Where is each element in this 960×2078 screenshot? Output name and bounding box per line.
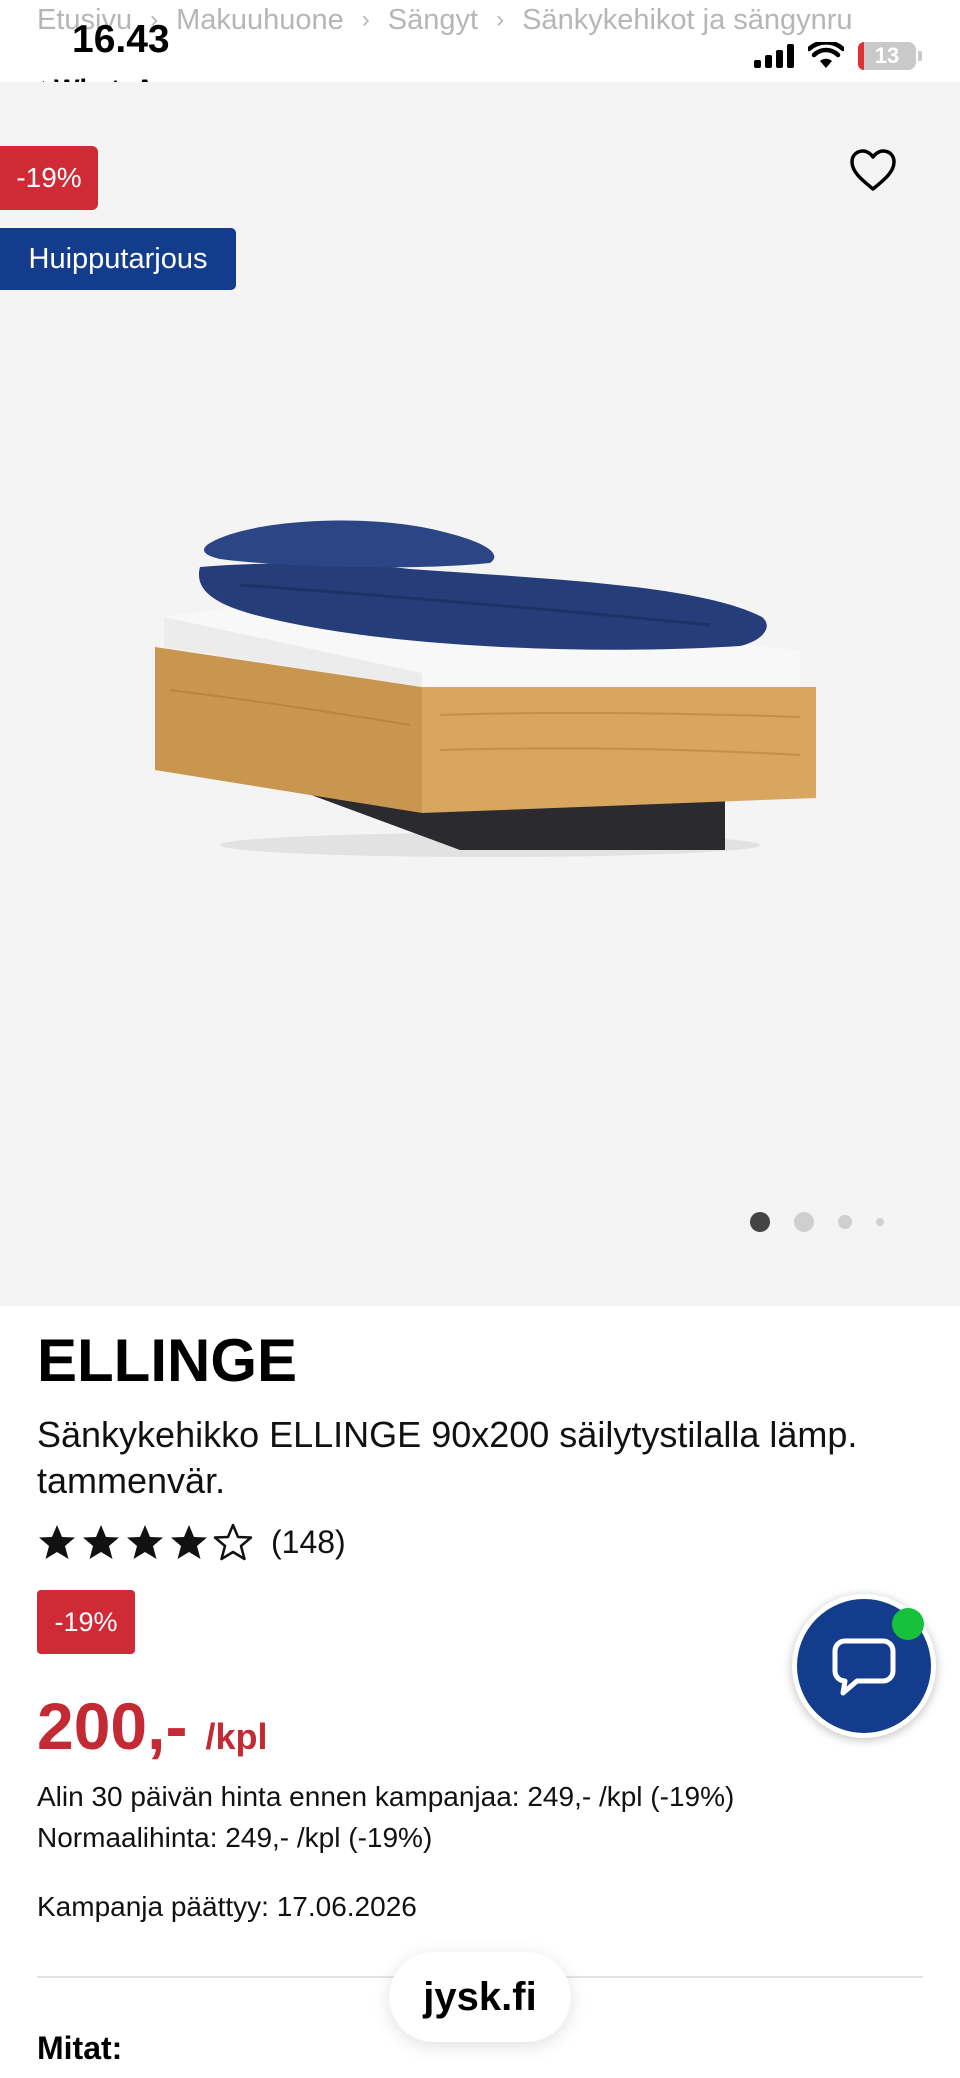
star-icon: [171, 1525, 207, 1559]
star-empty-icon: [213, 1523, 253, 1561]
carousel-dot[interactable]: [876, 1218, 884, 1226]
discount-badge: -19%: [0, 146, 98, 210]
product-rating[interactable]: (148): [37, 1522, 346, 1562]
deal-badge: Huipputarjous: [0, 228, 236, 290]
star-icon: [39, 1525, 75, 1559]
chevron-right-icon: ›: [496, 6, 505, 33]
signal-icon: [754, 44, 794, 68]
carousel-dot[interactable]: [794, 1212, 814, 1232]
chat-icon: [832, 1638, 896, 1696]
status-time: 16.43: [72, 18, 170, 61]
price-discount-badge: -19%: [37, 1590, 135, 1654]
breadcrumb-item-bedroom[interactable]: Makuuhuone: [176, 4, 344, 37]
battery-icon: 13: [858, 42, 922, 70]
lowest-price-info: Alin 30 päivän hinta ennen kampanjaa: 24…: [37, 1781, 735, 1812]
url-bar[interactable]: jysk.fi: [389, 1952, 571, 2042]
status-icons: 13: [754, 42, 922, 70]
breadcrumb: Etusivu › Makuuhuone › Sängyt › Sänkykeh…: [37, 0, 957, 40]
price-unit: /kpl: [205, 1716, 268, 1757]
carousel-dot[interactable]: [838, 1215, 852, 1229]
battery-level: 13: [874, 43, 900, 68]
price: 200,- /kpl: [37, 1688, 267, 1764]
product-brand: ELLINGE: [37, 1327, 298, 1394]
review-count[interactable]: (148): [271, 1524, 346, 1561]
campaign-end-info: Kampanja päättyy: 17.06.2026: [37, 1891, 417, 1922]
normal-price-info: Normaalihinta: 249,- /kpl (-19%): [37, 1822, 433, 1853]
price-value: 200,-: [37, 1689, 188, 1763]
product-title: Sänkykehikko ELLINGE 90x200 säilytystila…: [37, 1414, 858, 1501]
star-icon: [83, 1525, 119, 1559]
breadcrumb-item-bed-frames[interactable]: Sänkykehikot ja sängynru: [522, 4, 852, 37]
carousel-dot-active[interactable]: [750, 1212, 770, 1232]
dimensions-section-title[interactable]: Mitat:: [37, 2030, 122, 2067]
wifi-icon: [808, 42, 844, 68]
product-image: [155, 520, 816, 857]
chevron-right-icon: ›: [361, 6, 370, 33]
star-icon: [127, 1525, 163, 1559]
online-status-dot: [892, 1608, 924, 1640]
breadcrumb-item-beds[interactable]: Sängyt: [388, 4, 478, 37]
carousel-indicator: [750, 1212, 884, 1232]
heart-icon[interactable]: [848, 148, 898, 192]
